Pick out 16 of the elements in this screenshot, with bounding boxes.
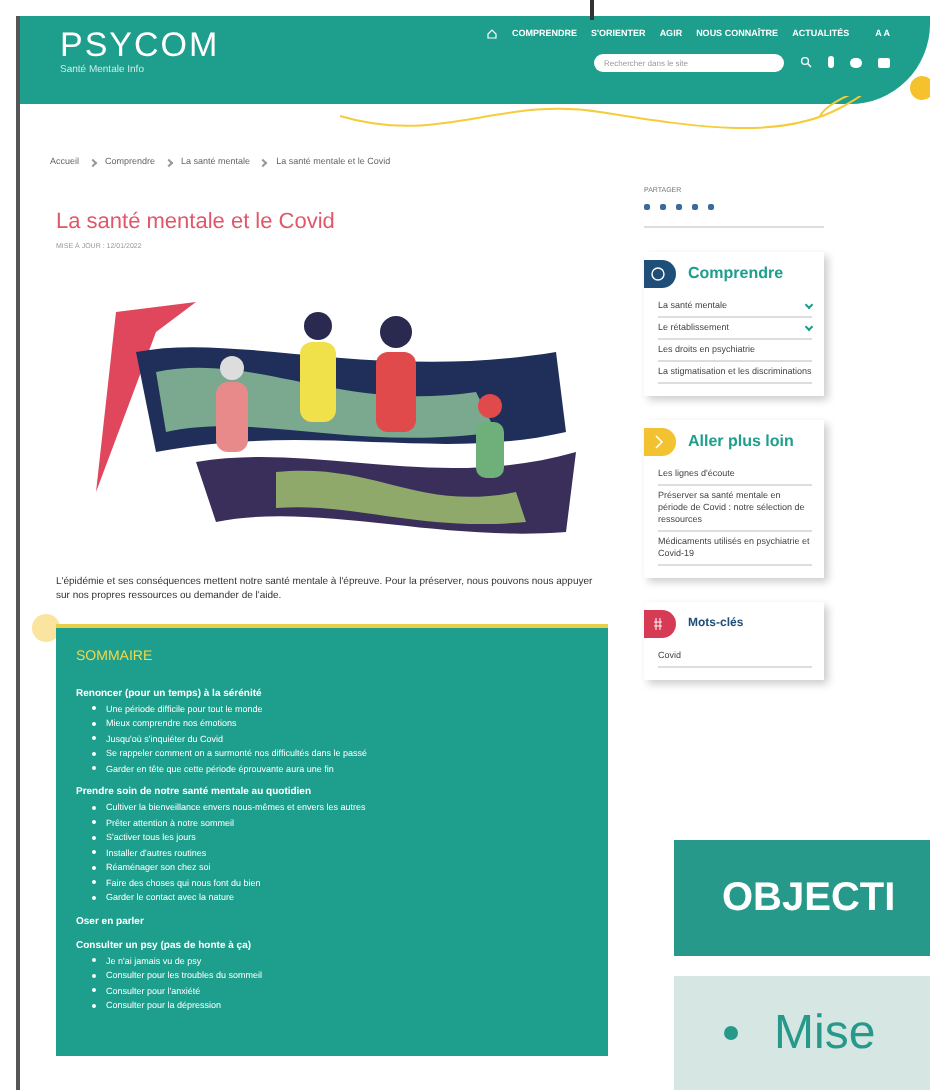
home-icon[interactable] <box>485 28 498 41</box>
search-icon[interactable] <box>800 56 812 69</box>
card-title: Comprendre <box>688 262 784 286</box>
banner-heading: OBJECTI <box>722 874 896 924</box>
bullet-icon <box>724 1026 738 1040</box>
site-logo[interactable]: PSYCOM <box>60 28 300 64</box>
chevron-down-icon[interactable] <box>804 322 814 332</box>
chevron-right-icon <box>258 158 268 167</box>
chevron-down-icon[interactable] <box>804 300 814 310</box>
chevron-right-icon <box>163 158 173 167</box>
list-item-text: Mise <box>774 1003 876 1063</box>
chevron-right-icon <box>87 158 97 167</box>
article-title: La santé mentale et le Covid <box>56 209 337 236</box>
dot-decoration <box>910 76 930 100</box>
card-title: Aller plus loin <box>688 430 794 454</box>
dot-decoration <box>32 614 60 642</box>
